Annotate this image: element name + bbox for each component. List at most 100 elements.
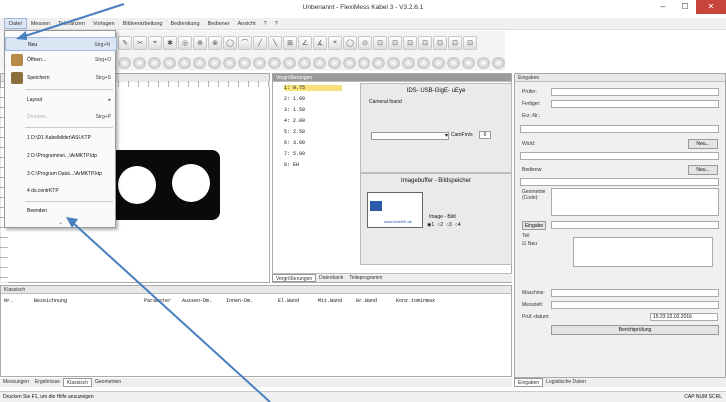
expand-icon[interactable]: ⌄ xyxy=(58,219,63,226)
magnification-row[interactable]: 6: 3.00 xyxy=(284,140,305,146)
measure-tool-button[interactable] xyxy=(118,57,131,69)
tool-button[interactable]: ◎ xyxy=(178,36,192,50)
menu-messen[interactable]: Messen xyxy=(27,21,54,27)
measure-tool-button[interactable] xyxy=(237,57,251,69)
measure-tool-button[interactable] xyxy=(357,57,371,69)
erz-nr-input[interactable] xyxy=(520,125,719,133)
measure-tool-button[interactable] xyxy=(282,57,296,69)
menu-ansicht[interactable]: Ansicht xyxy=(234,21,260,27)
measure-tool-button[interactable] xyxy=(327,57,341,69)
menu-help2[interactable]: ? xyxy=(271,21,282,27)
tab-logistische-daten[interactable]: Logistische Daten xyxy=(543,378,589,387)
menu-item-oeffnen[interactable]: Öffnen... Strg+O xyxy=(5,53,117,67)
fertiger-input[interactable] xyxy=(551,100,719,108)
tool-button[interactable]: ⌖ xyxy=(328,36,342,50)
tool-button[interactable]: ⊞ xyxy=(283,36,297,50)
menu-bediener[interactable]: Bediener xyxy=(204,21,234,27)
menu-vorlagen[interactable]: Vorlagen xyxy=(89,21,119,27)
tab-klassisch[interactable]: Klassisch xyxy=(62,378,92,387)
magnification-row[interactable]: 5: 2.50 xyxy=(284,129,305,135)
measure-tool-button[interactable] xyxy=(132,57,146,69)
tool-button[interactable]: ⊡ xyxy=(418,36,432,50)
magnification-row[interactable]: 7: 5.00 xyxy=(284,151,305,157)
magnification-row[interactable]: 2: 1.00 xyxy=(284,96,305,102)
tool-button[interactable]: ⊗ xyxy=(208,36,222,50)
measure-tool-button[interactable] xyxy=(252,57,266,69)
menu-toleranzen[interactable]: Toleranzen xyxy=(54,21,89,27)
menu-item-drucken[interactable]: Drucken... Strg+P xyxy=(5,110,117,124)
measure-tool-button[interactable] xyxy=(312,57,326,69)
tool-button[interactable]: ∠ xyxy=(298,36,312,50)
tool-button[interactable]: ✱ xyxy=(163,36,177,50)
measure-tool-button[interactable] xyxy=(267,57,281,69)
tool-button[interactable]: ⊡ xyxy=(433,36,447,50)
tab-geometrien[interactable]: Geometrien xyxy=(92,378,124,387)
maximize-button[interactable]: ☐ xyxy=(674,0,696,14)
teil-input[interactable] xyxy=(573,237,713,267)
measure-tool-button[interactable] xyxy=(477,57,491,69)
tab-eingaben[interactable]: Eingaben xyxy=(514,378,544,387)
date-input[interactable]: 15:23 22.02.2016 xyxy=(650,313,718,321)
measure-tool-button[interactable] xyxy=(192,57,206,69)
tab-vergroesserungen[interactable]: Vergrößerungen xyxy=(272,274,317,282)
measure-tool-button[interactable] xyxy=(207,57,221,69)
eingabe-input[interactable] xyxy=(551,221,719,229)
close-button[interactable]: ✕ xyxy=(696,0,726,14)
messzeit-input[interactable] xyxy=(551,301,719,309)
measure-tool-button[interactable] xyxy=(342,57,356,69)
measure-tool-button[interactable] xyxy=(147,57,161,69)
tool-button[interactable]: ∡ xyxy=(313,36,327,50)
menu-bildverarbeitung[interactable]: Bildverarbeitung xyxy=(119,21,167,27)
bedienw-input[interactable] xyxy=(520,178,719,186)
tool-button[interactable]: ╱ xyxy=(253,36,267,50)
tab-messungen[interactable]: Messungen xyxy=(0,378,32,387)
neu-checkbox[interactable]: ☑ Neu xyxy=(522,241,537,247)
radio-4[interactable]: ○4 xyxy=(455,222,461,228)
menu-item-speichern[interactable]: Speichern Strg+S xyxy=(5,71,117,85)
menu-item-beenden[interactable]: Beenden xyxy=(5,204,117,218)
tool-button[interactable]: ⊕ xyxy=(193,36,207,50)
magnification-row[interactable]: 8: EH xyxy=(284,162,299,168)
measure-tool-button[interactable] xyxy=(177,57,191,69)
tool-button[interactable]: ⊡ xyxy=(463,36,477,50)
tool-button[interactable]: ╲ xyxy=(268,36,282,50)
measure-tool-button[interactable] xyxy=(297,57,311,69)
tool-button[interactable]: ◯ xyxy=(223,36,237,50)
magnification-row[interactable]: 3: 1.50 xyxy=(284,107,305,113)
tool-button[interactable]: ⌒ xyxy=(238,36,252,50)
menu-item-recent-3[interactable]: 3 C:\Program Data\...\ArMKTP.ktp xyxy=(5,167,117,181)
menu-item-recent-4[interactable]: 4 ds.centrKTP xyxy=(5,184,117,198)
geometrie-input[interactable] xyxy=(551,188,719,216)
radio-3[interactable]: ○3 xyxy=(446,222,452,228)
menu-bedienkung[interactable]: Bedienkung xyxy=(167,21,204,27)
eingabe-button[interactable]: Eingabe xyxy=(522,221,546,230)
menu-item-recent-2[interactable]: 2 D:\Programme\...\ArMKTP.ktp xyxy=(5,149,117,163)
tab-ergebnisse[interactable]: Ergebnisse xyxy=(32,378,63,387)
measure-tool-button[interactable] xyxy=(447,57,461,69)
magnification-row[interactable]: 1: 0.75 xyxy=(284,85,342,91)
measure-tool-button[interactable] xyxy=(162,57,176,69)
measure-tool-button[interactable] xyxy=(402,57,416,69)
tab-datenbank[interactable]: Datenbank xyxy=(316,274,346,282)
radio-2[interactable]: ○2 xyxy=(437,222,443,228)
tool-button[interactable]: ✂ xyxy=(133,36,147,50)
tool-button[interactable]: ⌖ xyxy=(148,36,162,50)
menu-item-neu[interactable]: Neu Strg+N xyxy=(5,37,117,51)
measure-tool-button[interactable] xyxy=(432,57,446,69)
minimize-button[interactable]: – xyxy=(652,0,674,14)
pruefer-input[interactable] xyxy=(551,88,719,96)
maschine-input[interactable] xyxy=(551,289,719,297)
tool-button[interactable]: ✎ xyxy=(118,36,132,50)
neu-button[interactable]: Neu... xyxy=(688,165,718,175)
measure-tool-button[interactable] xyxy=(462,57,476,69)
measure-tool-button[interactable] xyxy=(492,57,506,69)
tool-button[interactable]: ⊙ xyxy=(358,36,372,50)
tool-button[interactable]: ⊡ xyxy=(403,36,417,50)
berichtpruefung-button[interactable]: Berichtprüfung xyxy=(551,325,719,335)
tool-button[interactable]: ⊡ xyxy=(448,36,462,50)
tab-teileprogramm[interactable]: Teileprogramm xyxy=(346,274,385,282)
measure-tool-button[interactable] xyxy=(387,57,401,69)
wickl-input[interactable] xyxy=(520,152,719,160)
camfps-input[interactable]: 0 xyxy=(479,131,491,139)
menu-help[interactable]: ? xyxy=(260,21,271,27)
